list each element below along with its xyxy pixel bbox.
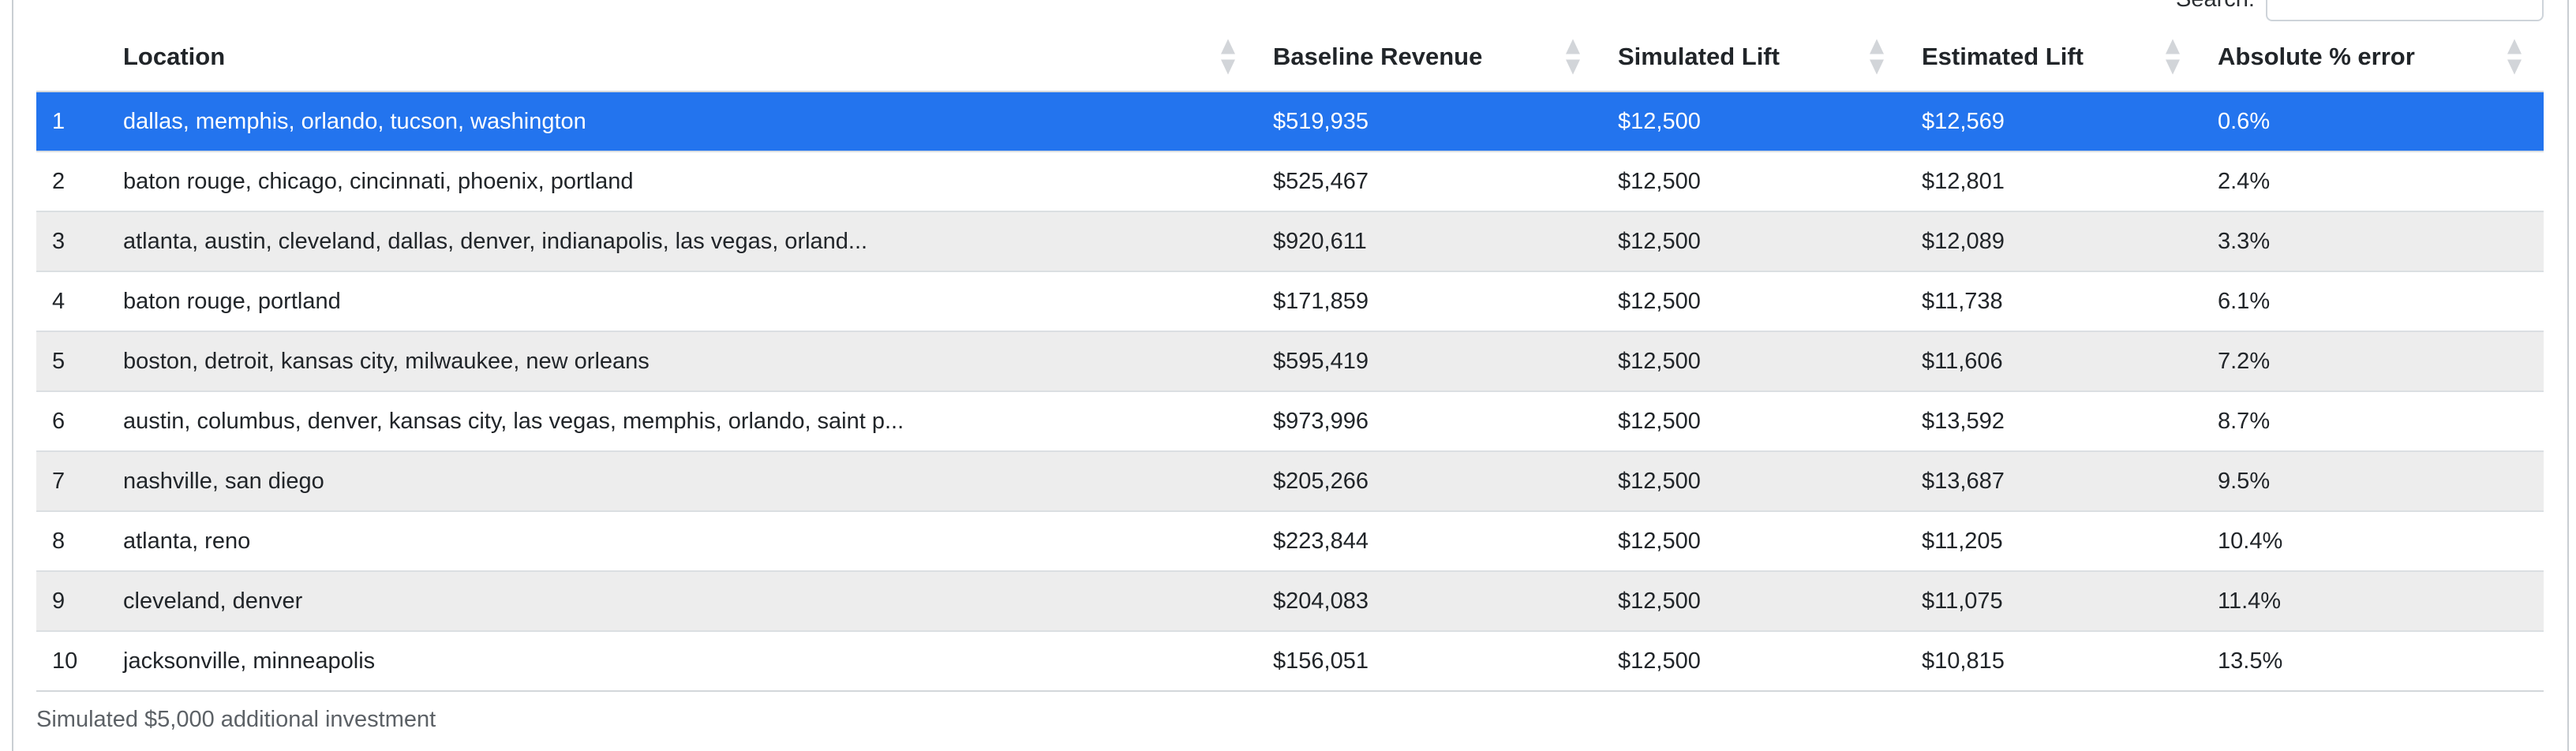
cell-location: atlanta, austin, cleveland, dallas, denv… <box>107 211 1257 271</box>
cell-estimated-lift: $11,075 <box>1906 571 2202 631</box>
cell-rank: 1 <box>36 92 107 151</box>
cell-simulated-lift: $12,500 <box>1602 391 1906 451</box>
column-header-simulated-lift-label: Simulated Lift <box>1618 43 1780 70</box>
cell-baseline-revenue: $223,844 <box>1257 511 1602 571</box>
cell-simulated-lift: $12,500 <box>1602 151 1906 211</box>
cell-simulated-lift: $12,500 <box>1602 211 1906 271</box>
column-header-location[interactable]: Location <box>107 22 1257 92</box>
cell-simulated-lift: $12,500 <box>1602 271 1906 331</box>
column-header-abs-pct-error[interactable]: Absolute % error <box>2202 22 2544 92</box>
panel-left-border <box>12 0 13 751</box>
column-header-baseline-revenue-label: Baseline Revenue <box>1273 43 1482 70</box>
cell-rank: 10 <box>36 631 107 691</box>
column-header-simulated-lift[interactable]: Simulated Lift <box>1602 22 1906 92</box>
cell-simulated-lift: $12,500 <box>1602 451 1906 511</box>
cell-location: cleveland, denver <box>107 571 1257 631</box>
cell-abs-pct-error: 0.6% <box>2202 92 2544 151</box>
cell-baseline-revenue: $156,051 <box>1257 631 1602 691</box>
cell-estimated-lift: $13,592 <box>1906 391 2202 451</box>
cell-estimated-lift: $13,687 <box>1906 451 2202 511</box>
cell-estimated-lift: $11,738 <box>1906 271 2202 331</box>
sort-icon <box>2507 39 2522 74</box>
table-body: 1 dallas, memphis, orlando, tucson, wash… <box>36 92 2544 691</box>
column-header-baseline-revenue[interactable]: Baseline Revenue <box>1257 22 1602 92</box>
cell-baseline-revenue: $519,935 <box>1257 92 1602 151</box>
cell-abs-pct-error: 3.3% <box>2202 211 2544 271</box>
column-header-rank[interactable] <box>36 22 107 92</box>
cell-location: baton rouge, portland <box>107 271 1257 331</box>
cell-baseline-revenue: $525,467 <box>1257 151 1602 211</box>
table-row[interactable]: 4 baton rouge, portland $171,859 $12,500… <box>36 271 2544 331</box>
table-row[interactable]: 9 cleveland, denver $204,083 $12,500 $11… <box>36 571 2544 631</box>
locations-results-table: Location Baseline Revenue Simulated Lift… <box>36 22 2544 692</box>
cell-rank: 9 <box>36 571 107 631</box>
search-label: Search: <box>2176 0 2255 13</box>
sort-icon <box>2166 39 2180 74</box>
table-row[interactable]: 3 atlanta, austin, cleveland, dallas, de… <box>36 211 2544 271</box>
cell-estimated-lift: $11,606 <box>1906 331 2202 391</box>
cell-rank: 4 <box>36 271 107 331</box>
table-header: Location Baseline Revenue Simulated Lift… <box>36 22 2544 92</box>
cell-location: atlanta, reno <box>107 511 1257 571</box>
cell-rank: 7 <box>36 451 107 511</box>
column-header-estimated-lift[interactable]: Estimated Lift <box>1906 22 2202 92</box>
column-header-abs-pct-error-label: Absolute % error <box>2218 43 2415 70</box>
cell-baseline-revenue: $204,083 <box>1257 571 1602 631</box>
table-row[interactable]: 1 dallas, memphis, orlando, tucson, wash… <box>36 92 2544 151</box>
cell-simulated-lift: $12,500 <box>1602 631 1906 691</box>
results-table-panel: Search: Location Baseline Revenue Simula… <box>0 0 2576 751</box>
cell-abs-pct-error: 7.2% <box>2202 331 2544 391</box>
cell-estimated-lift: $12,569 <box>1906 92 2202 151</box>
column-header-estimated-lift-label: Estimated Lift <box>1922 43 2084 70</box>
cell-baseline-revenue: $595,419 <box>1257 331 1602 391</box>
cell-estimated-lift: $12,801 <box>1906 151 2202 211</box>
cell-abs-pct-error: 9.5% <box>2202 451 2544 511</box>
cell-abs-pct-error: 10.4% <box>2202 511 2544 571</box>
table-row[interactable]: 7 nashville, san diego $205,266 $12,500 … <box>36 451 2544 511</box>
cell-rank: 5 <box>36 331 107 391</box>
table-row[interactable]: 6 austin, columbus, denver, kansas city,… <box>36 391 2544 451</box>
cell-rank: 8 <box>36 511 107 571</box>
sort-icon <box>1870 39 1884 74</box>
cell-abs-pct-error: 8.7% <box>2202 391 2544 451</box>
cell-location: baton rouge, chicago, cincinnati, phoeni… <box>107 151 1257 211</box>
table-row[interactable]: 8 atlanta, reno $223,844 $12,500 $11,205… <box>36 511 2544 571</box>
cell-rank: 2 <box>36 151 107 211</box>
cell-location: boston, detroit, kansas city, milwaukee,… <box>107 331 1257 391</box>
cell-simulated-lift: $12,500 <box>1602 331 1906 391</box>
sort-icon <box>1566 39 1580 74</box>
cell-abs-pct-error: 2.4% <box>2202 151 2544 211</box>
column-header-location-label: Location <box>123 43 225 70</box>
cell-estimated-lift: $10,815 <box>1906 631 2202 691</box>
cell-baseline-revenue: $205,266 <box>1257 451 1602 511</box>
cell-rank: 3 <box>36 211 107 271</box>
cell-location: nashville, san diego <box>107 451 1257 511</box>
cell-location: austin, columbus, denver, kansas city, l… <box>107 391 1257 451</box>
cell-rank: 6 <box>36 391 107 451</box>
cell-abs-pct-error: 13.5% <box>2202 631 2544 691</box>
cell-baseline-revenue: $920,611 <box>1257 211 1602 271</box>
table-row[interactable]: 2 baton rouge, chicago, cincinnati, phoe… <box>36 151 2544 211</box>
cell-abs-pct-error: 6.1% <box>2202 271 2544 331</box>
cell-estimated-lift: $11,205 <box>1906 511 2202 571</box>
table-row[interactable]: 10 jacksonville, minneapolis $156,051 $1… <box>36 631 2544 691</box>
cell-simulated-lift: $12,500 <box>1602 92 1906 151</box>
cell-estimated-lift: $12,089 <box>1906 211 2202 271</box>
table-caption: Simulated $5,000 additional investment <box>36 707 436 733</box>
cell-simulated-lift: $12,500 <box>1602 511 1906 571</box>
cell-simulated-lift: $12,500 <box>1602 571 1906 631</box>
search-input[interactable] <box>2266 0 2544 21</box>
sort-icon <box>1221 39 1235 74</box>
table-search-bar: Search: <box>36 0 2544 22</box>
panel-right-border <box>2567 0 2569 751</box>
cell-baseline-revenue: $171,859 <box>1257 271 1602 331</box>
cell-location: jacksonville, minneapolis <box>107 631 1257 691</box>
cell-location: dallas, memphis, orlando, tucson, washin… <box>107 92 1257 151</box>
cell-baseline-revenue: $973,996 <box>1257 391 1602 451</box>
cell-abs-pct-error: 11.4% <box>2202 571 2544 631</box>
table-row[interactable]: 5 boston, detroit, kansas city, milwauke… <box>36 331 2544 391</box>
